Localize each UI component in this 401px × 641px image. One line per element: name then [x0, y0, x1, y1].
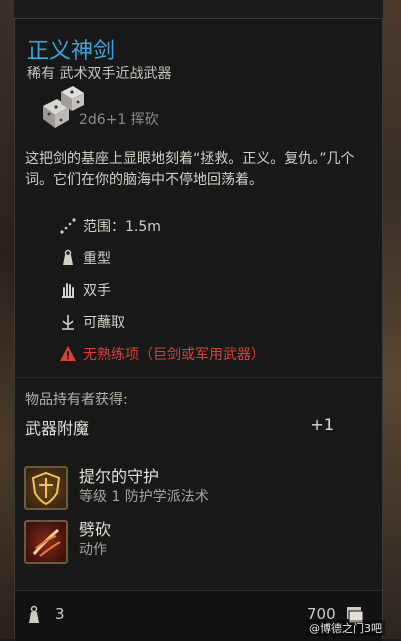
watermark: @博德之门3吧 [306, 620, 385, 636]
property-label: 双手 [83, 283, 111, 299]
weight-icon [29, 605, 39, 623]
item-tooltip: 正义神剑 稀有 武术双手近战武器 2d6+1 挥砍 这把剑的基座上显眼地刻着“拯… [14, 18, 383, 641]
property-label: 范围：1.5m [83, 219, 161, 235]
item-subtitle: 稀有 武术双手近战武器 [27, 66, 172, 82]
property-label: 可蘸取 [83, 315, 125, 331]
skill-subtitle: 动作 [79, 542, 107, 558]
background-scenery-left [0, 0, 14, 639]
property-label: 重型 [83, 251, 111, 267]
property-two-handed: 双手 [59, 279, 111, 301]
enchantment-label: 武器附魔 [25, 419, 90, 438]
holder-gains-label: 物品持有者获得: [25, 392, 128, 408]
item-name: 正义神剑 [27, 39, 116, 64]
property-no-proficiency: 无熟练项（巨剑或军用武器） [59, 343, 265, 365]
skill-name: 提尔的守护 [79, 467, 160, 486]
divider [15, 377, 382, 378]
range-icon [60, 218, 76, 234]
dippable-icon [62, 315, 74, 330]
property-range: 范围：1.5m [59, 215, 161, 237]
heavy-icon [63, 249, 73, 265]
background-scenery-right [383, 0, 401, 639]
item-weight: 3 [55, 605, 65, 623]
enchantment-value: +1 [310, 415, 334, 434]
warning-icon [60, 346, 76, 361]
skill-name: 劈砍 [79, 520, 112, 539]
property-dippable: 可蘸取 [59, 311, 125, 333]
skill-subtitle: 等级 1 防护学派法术 [79, 489, 209, 505]
item-description: 这把剑的基座上显眼地刻着“拯救。正义。复仇。”几个词。它们在你的脑海中不停地回荡… [25, 151, 355, 188]
property-heavy: 重型 [59, 247, 111, 269]
cleave-icon[interactable] [24, 520, 68, 564]
shield-spell-icon[interactable] [24, 466, 68, 510]
two-handed-icon [62, 283, 74, 298]
damage-roll: 2d6+1 挥砍 [79, 112, 159, 128]
property-label: 无熟练项（巨剑或军用武器） [83, 347, 265, 363]
